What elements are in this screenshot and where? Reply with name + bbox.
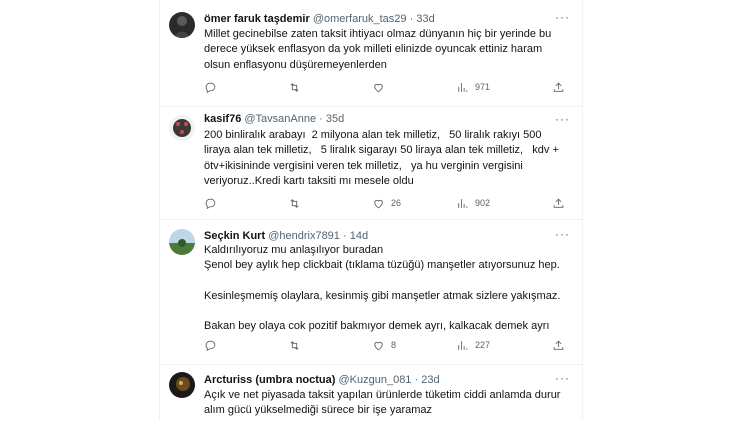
tweet[interactable]: Arcturiss (umbra noctua) @Kuzgun_081 · 2… (160, 364, 582, 434)
more-dots-icon[interactable]: ··· (555, 11, 570, 23)
separator-dot: · (409, 13, 414, 25)
more-dots-icon[interactable]: ··· (555, 228, 570, 240)
reply-button[interactable] (204, 79, 223, 95)
retweet-icon (290, 198, 299, 208)
tweet-text-line: Açık ve net piyasada taksit yapılan ürün… (204, 389, 564, 417)
views-button[interactable]: 902 (456, 195, 490, 211)
tweet-text-line: Millet gecinebilse zaten taksit ihtiyacı… (204, 28, 555, 71)
retweet-button[interactable] (288, 337, 307, 353)
retweet-button[interactable] (288, 79, 307, 95)
tweet-paragraph: Kaldırılıyoruz mu anlaşılıyor buradan (204, 244, 384, 256)
replies-feed: ömer faruk taşdemir @omerfaruk_tas29 · 3… (159, 0, 583, 420)
tweet[interactable]: ömer faruk taşdemir @omerfaruk_tas29 · 3… (160, 0, 582, 107)
display-name[interactable]: Arcturiss (umbra noctua) (204, 374, 335, 386)
tweet-date[interactable]: 33d (416, 13, 434, 25)
user-handle[interactable]: @omerfaruk_tas29 (313, 13, 407, 25)
display-name[interactable]: ömer faruk taşdemir (204, 13, 310, 25)
tweet-text: 200 binliralık arabayı 2 milyona alan te… (204, 128, 568, 190)
avatar[interactable] (169, 372, 195, 398)
views-count: 902 (475, 198, 491, 208)
like-button[interactable]: 8 (372, 337, 396, 353)
tweet-date[interactable]: 23d (421, 374, 439, 386)
views-button[interactable]: 971 (456, 79, 490, 95)
views-count: 971 (475, 82, 491, 92)
separator-dot: · (319, 113, 323, 125)
user-handle[interactable]: @Kuzgun_081 (338, 374, 411, 386)
retweet-icon (290, 82, 299, 92)
like-button[interactable] (372, 79, 391, 95)
more-dots-icon[interactable]: ··· (555, 372, 570, 384)
tweet-header: Arcturiss (umbra noctua) @Kuzgun_081 · 2… (204, 373, 568, 387)
reply-button[interactable] (204, 195, 223, 211)
like-count: 26 (391, 198, 402, 208)
retweet-button[interactable] (288, 195, 307, 211)
share-button[interactable] (552, 79, 565, 95)
avatar[interactable] (169, 115, 195, 141)
views-count: 227 (475, 340, 491, 350)
views-chart-icon (458, 198, 468, 208)
tweet-paragraph: Şenol bey aylık hep clickbait (tıklama t… (204, 259, 560, 272)
user-handle[interactable]: @TavsanAnne (244, 113, 316, 125)
heart-icon (374, 83, 383, 92)
tweet-actions: 8 227 (204, 337, 574, 353)
retweet-icon (290, 340, 299, 350)
share-icon (553, 340, 564, 350)
heart-icon (374, 199, 383, 208)
tweet-date[interactable]: 14d (350, 230, 368, 242)
share-icon (553, 82, 564, 92)
tweet-header: kasif76 @TavsanAnne · 35d (204, 112, 568, 126)
tweet-actions: 26 902 (204, 195, 574, 211)
separator-dot: · (342, 230, 347, 242)
tweet-header: Seçkin Kurt @hendrix7891 · 14d (204, 229, 568, 243)
views-chart-icon (458, 82, 468, 92)
separator-dot: · (414, 374, 419, 386)
reply-button[interactable] (204, 337, 223, 353)
reply-icon (205, 82, 216, 93)
views-chart-icon (458, 340, 468, 350)
tweet-text: Kaldırılıyoruz mu anlaşılıyor buradan Şe… (204, 243, 568, 335)
display-name[interactable]: kasif76 (204, 113, 241, 125)
tweet-date[interactable]: 35d (326, 113, 344, 125)
tweet-text-line: 200 binliralık arabayı 2 milyona alan te… (204, 129, 562, 188)
tweet[interactable]: kasif76 @TavsanAnne · 35d ··· 200 binlir… (160, 106, 582, 220)
heart-icon (374, 341, 383, 350)
tweet-text: Millet gecinebilse zaten taksit ihtiyacı… (204, 27, 568, 73)
tweet-text: Açık ve net piyasada taksit yapılan ürün… (204, 388, 568, 419)
tweet-paragraph: Kesinleşmemiş olaylara, kesinmiş gibi ma… (204, 289, 561, 302)
reply-icon (205, 198, 216, 209)
like-count: 8 (391, 340, 397, 350)
avatar[interactable] (169, 229, 195, 255)
share-icon (553, 198, 564, 208)
more-dots-icon[interactable]: ··· (555, 113, 570, 125)
tweet-paragraph: Bakan bey olaya cok pozitif bakmıyor dem… (204, 320, 550, 333)
user-handle[interactable]: @hendrix7891 (268, 230, 340, 242)
display-name[interactable]: Seçkin Kurt (204, 230, 265, 242)
avatar[interactable] (169, 12, 195, 38)
tweet[interactable]: Seçkin Kurt @hendrix7891 · 14d ··· Kaldı… (160, 219, 582, 365)
like-button[interactable]: 26 (372, 195, 401, 211)
tweet-actions: 971 (204, 79, 574, 95)
share-button[interactable] (552, 195, 565, 211)
tweet-header: ömer faruk taşdemir @omerfaruk_tas29 · 3… (204, 12, 568, 26)
reply-icon (205, 340, 216, 351)
share-button[interactable] (552, 337, 565, 353)
views-button[interactable]: 227 (456, 337, 490, 353)
